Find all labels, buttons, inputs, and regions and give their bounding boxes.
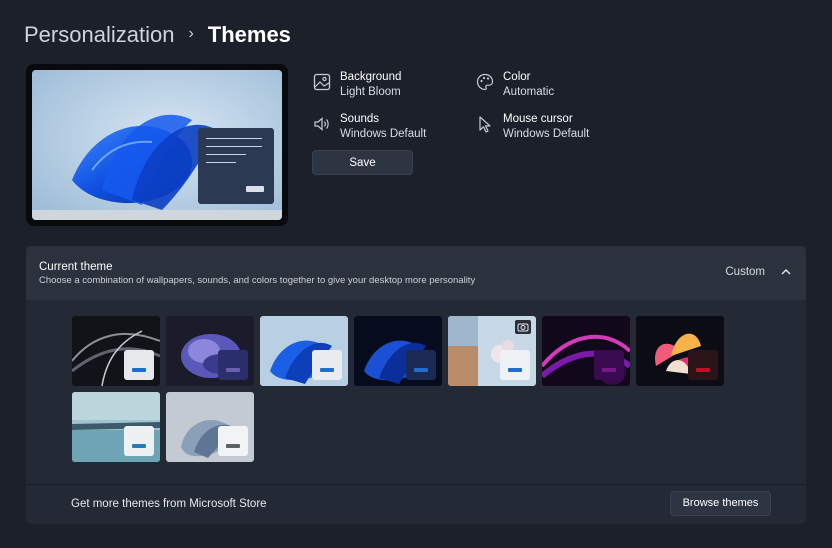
cursor-icon: [479, 116, 491, 133]
camera-icon: [515, 320, 531, 334]
sounds-value: Windows Default: [340, 128, 427, 140]
current-theme-state: Custom: [725, 266, 765, 278]
current-theme-description: Choose a combination of wallpapers, soun…: [39, 275, 476, 286]
browse-themes-button[interactable]: Browse themes: [670, 491, 771, 516]
speaker-icon: [314, 117, 329, 131]
theme-tile-bloom-gray[interactable]: [166, 392, 254, 462]
theme-tile-windows-light[interactable]: [260, 316, 348, 386]
theme-tile-captured-motion[interactable]: [448, 316, 536, 386]
theme-tile-flow-magenta[interactable]: [542, 316, 630, 386]
background-value: Light Bloom: [340, 86, 401, 98]
theme-tile-lake[interactable]: [72, 392, 160, 462]
save-theme-button[interactable]: Save: [312, 150, 413, 175]
palette-icon: [476, 73, 494, 91]
current-theme-panel: Current theme Choose a combination of wa…: [26, 246, 806, 524]
color-value: Automatic: [503, 86, 555, 98]
image-icon: [313, 73, 331, 91]
preview-window: [198, 128, 274, 204]
current-theme-title: Current theme: [39, 261, 113, 273]
color-label: Color: [503, 71, 531, 83]
theme-tile-sunrise-flower[interactable]: [636, 316, 724, 386]
breadcrumb-parent[interactable]: Personalization: [24, 22, 174, 48]
store-link-text: Get more themes from Microsoft Store: [71, 498, 267, 510]
theme-tile-windows-dark[interactable]: [354, 316, 442, 386]
breadcrumb-separator: ›: [188, 25, 194, 42]
mouse-cursor-label: Mouse cursor: [503, 113, 573, 125]
store-footer: Get more themes from Microsoft Store Bro…: [26, 484, 806, 524]
chevron-up-icon[interactable]: [780, 266, 792, 278]
sounds-label: Sounds: [340, 113, 380, 125]
background-label: Background: [340, 71, 402, 83]
page-title: Themes: [207, 22, 291, 47]
mouse-cursor-value: Windows Default: [503, 128, 590, 140]
current-theme-header[interactable]: Current theme Choose a combination of wa…: [26, 246, 806, 300]
theme-preview: [26, 64, 288, 226]
theme-tile-glow-purple[interactable]: [166, 316, 254, 386]
theme-tile-dark-abstract[interactable]: [72, 316, 160, 386]
breadcrumb: Personalization › Themes: [24, 22, 291, 48]
